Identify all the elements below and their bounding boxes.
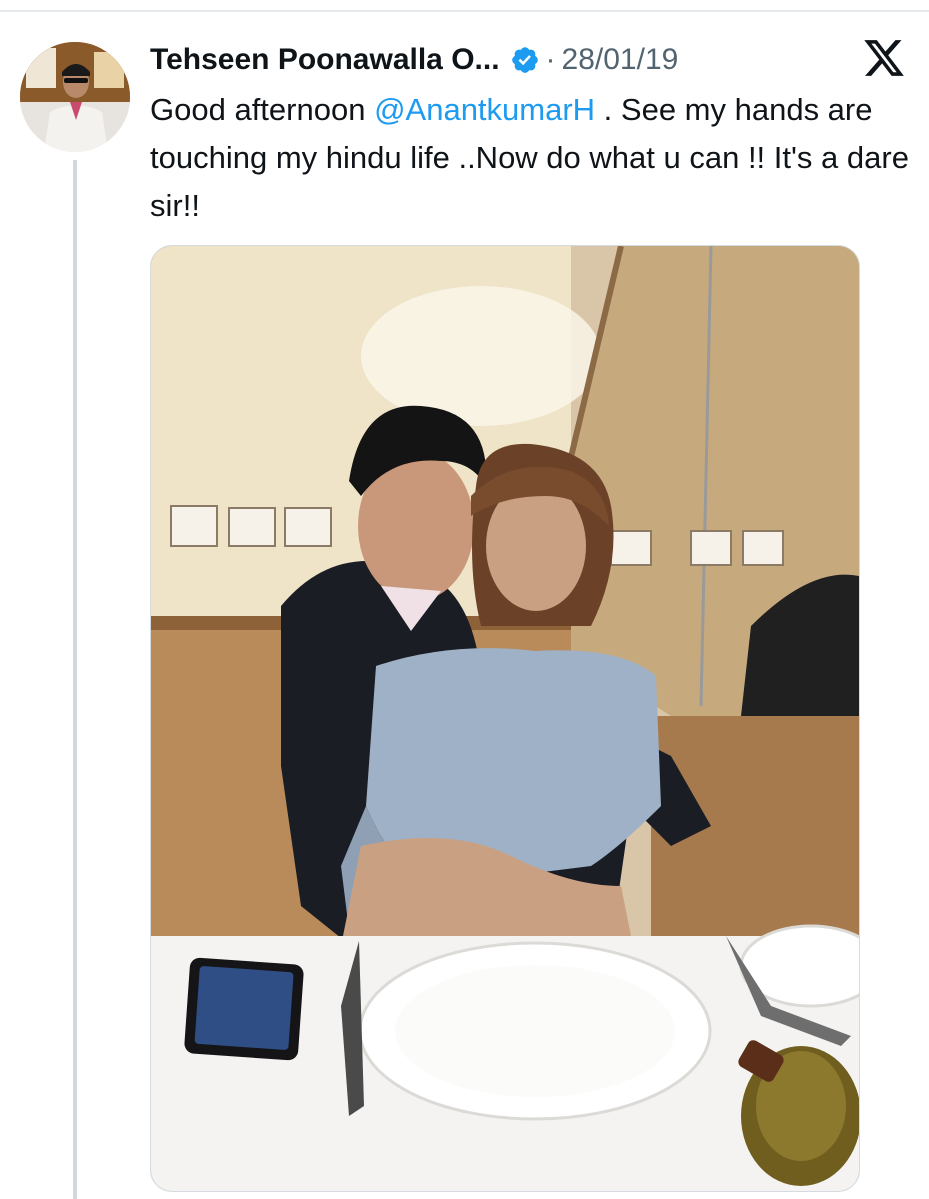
tweet-photo[interactable] [150,245,860,1192]
author-name[interactable]: Tehseen Poonawalla O... [150,43,500,77]
x-logo-icon[interactable] [862,36,906,80]
tweet-text-start: Good afternoon [150,92,375,127]
tweet-date[interactable]: 28/01/19 [562,43,679,77]
tweet-card[interactable]: Tehseen Poonawalla O... · 28/01/19 Good … [0,0,929,1199]
tweet-text: Good afternoon @AnantkumarH . See my han… [150,86,910,230]
mention-link[interactable]: @AnantkumarH [374,92,595,127]
tweet-header: Tehseen Poonawalla O... · 28/01/19 [150,38,678,82]
separator-dot: · [545,43,556,76]
verified-badge-icon [510,45,540,75]
thread-line [73,160,77,1199]
avatar[interactable] [20,42,130,152]
